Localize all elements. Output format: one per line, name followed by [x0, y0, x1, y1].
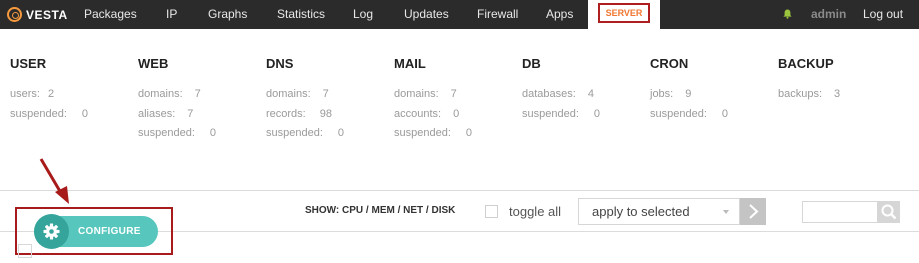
logo-text: VESTA [26, 7, 68, 22]
stats-title: DB [522, 56, 541, 71]
stat-label: suspended: [522, 107, 579, 120]
stat-row: domains: 7 [138, 85, 216, 105]
top-navigation: VESTA Packages IP Graphs Statistics Log … [0, 0, 919, 29]
configure-button[interactable]: CONFIGURE [34, 214, 158, 249]
stat-row: suspended: 0 [522, 105, 600, 125]
nav-apps[interactable]: Apps [546, 0, 573, 29]
stats-dns: DNS domains: 7 records: 98 suspended: 0 [266, 56, 344, 144]
stat-row: accounts: 0 [394, 105, 472, 125]
stats-cron: CRON jobs: 9 suspended: 0 [650, 56, 728, 124]
nav-statistics[interactable]: Statistics [277, 0, 325, 29]
bell-icon[interactable] [783, 9, 792, 19]
stat-row: suspended: 0 [138, 124, 216, 144]
search-button[interactable] [878, 201, 900, 223]
stat-value: 0 [337, 127, 345, 139]
stat-row: backups: 3 [778, 85, 840, 105]
divider-top [0, 190, 919, 191]
chevron-down-icon [723, 210, 729, 214]
stats-title: DNS [266, 56, 294, 71]
stats-user: USER users: 2 suspended: 0 [10, 56, 88, 124]
stat-value: 0 [453, 107, 460, 120]
stat-row: jobs: 9 [650, 85, 728, 105]
stat-value: 0 [593, 107, 601, 120]
stat-label: suspended: [10, 107, 67, 120]
nav-ip[interactable]: IP [166, 0, 177, 29]
search-input[interactable] [802, 201, 878, 223]
stat-label: domains: [266, 88, 311, 100]
stats-backup: BACKUP backups: 3 [778, 56, 840, 105]
stat-row: databases: 4 [522, 85, 600, 105]
stat-row: suspended: 0 [10, 105, 88, 125]
stat-value: 0 [81, 107, 89, 120]
stat-value: 0 [209, 127, 217, 139]
bulk-action-value: apply to selected [592, 204, 690, 219]
bulk-action-select[interactable]: apply to selected [578, 198, 740, 225]
stats-title: BACKUP [778, 56, 834, 71]
nav-graphs[interactable]: Graphs [208, 0, 247, 29]
stat-row: suspended: 0 [266, 124, 344, 144]
stat-label: backups: [778, 88, 823, 100]
stat-value: 9 [685, 88, 692, 100]
stat-row: domains: 7 [266, 85, 344, 105]
stat-label: domains: [138, 88, 183, 100]
stat-label: suspended: [266, 127, 323, 139]
vesta-logo[interactable]: VESTA [7, 6, 68, 23]
stats-title: MAIL [394, 56, 426, 71]
stat-value: 7 [322, 88, 329, 100]
stats-web: WEB domains: 7 aliases: 7 suspended: 0 [138, 56, 216, 144]
stat-row: domains: 7 [394, 85, 472, 105]
server-tab-label: SERVER [598, 3, 650, 23]
stat-row: records: 98 [266, 105, 344, 125]
stats-mail: MAIL domains: 7 accounts: 0 suspended: 0 [394, 56, 472, 144]
nav-log[interactable]: Log [353, 0, 373, 29]
stat-label: domains: [394, 88, 439, 100]
gear-badge [34, 214, 69, 249]
apply-button[interactable] [740, 198, 766, 225]
nav-firewall[interactable]: Firewall [477, 0, 518, 29]
stat-value: 7 [187, 107, 194, 120]
stat-value: 0 [465, 127, 473, 139]
stat-value: 7 [194, 88, 201, 100]
vesta-logo-icon [7, 7, 22, 22]
stat-label: records: [266, 107, 306, 120]
stat-label: users: [10, 88, 40, 100]
stat-label: databases: [522, 88, 576, 100]
stat-row: users: 2 [10, 85, 88, 105]
stat-row: aliases: 7 [138, 105, 216, 125]
stat-label: accounts: [394, 107, 442, 120]
stat-row: suspended: 0 [650, 105, 728, 125]
stat-value: 7 [450, 88, 457, 100]
stat-value: 98 [319, 107, 332, 120]
stat-value: 3 [834, 88, 841, 100]
stat-label: aliases: [138, 107, 176, 120]
toggle-all-checkbox[interactable] [485, 205, 498, 218]
stats-title: WEB [138, 56, 169, 71]
stat-label: jobs: [650, 88, 674, 100]
stats-title: CRON [650, 56, 689, 71]
logout-link[interactable]: Log out [863, 0, 903, 29]
red-arrow-icon [39, 158, 69, 204]
stat-value: 0 [721, 107, 729, 120]
gear-icon [43, 223, 60, 240]
toggle-all-label[interactable]: toggle all [509, 204, 561, 219]
row-checkbox[interactable] [18, 244, 32, 258]
nav-server-tab[interactable]: SERVER [588, 0, 660, 29]
graph-filter-links[interactable]: SHOW: CPU / MEM / NET / DISK [305, 205, 455, 216]
search-icon [881, 204, 897, 220]
stat-label: suspended: [138, 127, 195, 139]
configure-label: CONFIGURE [78, 226, 141, 237]
stats-title: USER [10, 56, 47, 71]
stat-value: 4 [587, 88, 594, 100]
nav-updates[interactable]: Updates [404, 0, 449, 29]
stat-label: suspended: [394, 127, 451, 139]
stat-value: 2 [47, 88, 55, 100]
chevron-right-icon [749, 204, 759, 219]
nav-packages[interactable]: Packages [84, 0, 137, 29]
stats-db: DB databases: 4 suspended: 0 [522, 56, 600, 124]
stat-row: suspended: 0 [394, 124, 472, 144]
user-name[interactable]: admin [811, 0, 846, 29]
stat-label: suspended: [650, 107, 707, 120]
